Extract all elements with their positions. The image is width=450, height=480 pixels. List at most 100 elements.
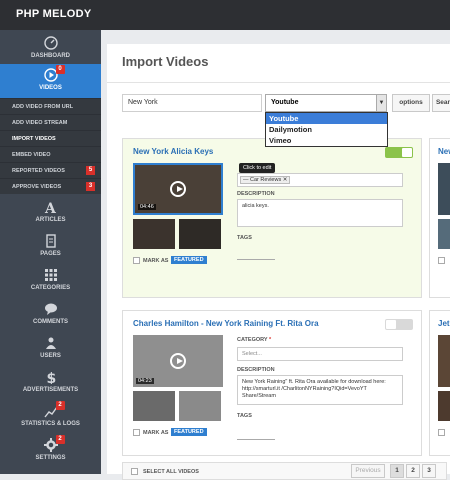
sidebar-subitem-import-videos[interactable]: IMPORT VIDEOS <box>0 130 101 146</box>
source-option-youtube[interactable]: Youtube <box>266 113 387 124</box>
mark-as-checkbox[interactable] <box>133 429 140 436</box>
sidebar-subitem-approve-videos[interactable]: APPROVE VIDEOS 3 <box>0 178 101 194</box>
page-button-2[interactable]: 2 <box>406 464 420 478</box>
sidebar-item-videos[interactable]: 0 VIDEOS <box>0 64 101 98</box>
tags-label: TAGS <box>237 413 252 419</box>
video-card: New York Alicia Keys 04:46 MARK AS FEATU… <box>122 138 422 298</box>
source-select[interactable]: Youtube ▼ <box>265 94 387 112</box>
description-label: DESCRIPTION <box>237 191 275 197</box>
video-title[interactable]: Jete <box>438 319 450 328</box>
users-icon <box>44 336 58 350</box>
import-toggle[interactable] <box>385 147 413 158</box>
video-thumbnail[interactable] <box>438 335 450 387</box>
previous-button[interactable]: Previous <box>351 464 385 478</box>
description-field[interactable]: alicia keys. <box>237 199 403 227</box>
footer-bar: SELECT ALL VIDEOS Previous 1 2 3 <box>122 462 447 480</box>
mark-as-checkbox[interactable] <box>133 257 140 264</box>
category-chip[interactable]: — Car Reviews ✕ <box>240 176 291 184</box>
page-button-3[interactable]: 3 <box>422 464 436 478</box>
video-title[interactable]: Charles Hamilton - New York Raining Ft. … <box>133 319 319 328</box>
mark-as-label: MARK AS <box>143 430 169 436</box>
chevron-down-icon[interactable]: ▼ <box>376 95 386 111</box>
tags-input[interactable] <box>237 259 275 260</box>
sidebar-item-categories[interactable]: CATEGORIES <box>0 268 101 298</box>
source-dropdown-list: Youtube Dailymotion Vimeo <box>265 112 388 147</box>
select-all-label: SELECT ALL VIDEOS <box>143 469 199 475</box>
sidebar-subitem-add-from-url[interactable]: ADD VIDEO FROM URL <box>0 98 101 114</box>
gear-icon: 2 <box>43 435 65 452</box>
options-button[interactable]: options <box>392 94 430 112</box>
sidebar-item-settings[interactable]: 2 SETTINGS <box>0 435 101 468</box>
sidebar-subitem-reported-videos[interactable]: REPORTED VIDEOS 5 <box>0 162 101 178</box>
dashboard-icon <box>43 36 58 50</box>
play-icon <box>170 181 186 197</box>
pages-icon <box>44 234 58 248</box>
thumbnail-option[interactable] <box>179 219 221 249</box>
featured-tag[interactable]: FEATURED <box>171 428 207 436</box>
description-label: DESCRIPTION <box>237 367 275 373</box>
sidebar: DASHBOARD 0 VIDEOS ADD VIDEO FROM URL AD… <box>0 30 101 474</box>
duration: 04:46 <box>138 204 156 210</box>
search-input[interactable]: New York <box>122 94 262 112</box>
thumbnail-option[interactable] <box>438 219 450 249</box>
mark-as-checkbox[interactable] <box>438 429 445 436</box>
video-card-partial: New <box>429 138 450 298</box>
description-field[interactable]: New York Raining" ft. Rita Ora available… <box>237 375 403 405</box>
mark-as-checkbox[interactable] <box>438 257 445 264</box>
thumbnail-option[interactable] <box>133 391 175 421</box>
chart-icon: 2 <box>43 401 65 418</box>
video-title[interactable]: New <box>438 147 450 156</box>
videos-badge: 0 <box>55 65 65 74</box>
sidebar-subitem-add-stream[interactable]: ADD VIDEO STREAM <box>0 114 101 130</box>
source-option-dailymotion[interactable]: Dailymotion <box>266 124 387 135</box>
thumbnail-option[interactable] <box>179 391 221 421</box>
page-title: Import Videos <box>122 54 209 69</box>
app-logo[interactable]: PHP MELODY <box>16 8 92 20</box>
featured-tag[interactable]: FEATURED <box>171 256 207 264</box>
close-icon[interactable]: ✕ <box>283 177 288 183</box>
sidebar-item-statistics[interactable]: 2 STATISTICS & LOGS <box>0 401 101 434</box>
statistics-badge: 2 <box>55 401 65 410</box>
video-title[interactable]: New York Alicia Keys <box>133 147 213 156</box>
main-content: Import Videos New York Youtube ▼ Youtube… <box>101 30 450 480</box>
video-thumbnail[interactable]: 04:23 <box>133 335 223 387</box>
comment-icon <box>44 302 58 316</box>
tags-input[interactable] <box>237 439 275 440</box>
thumbnail-option[interactable] <box>133 219 175 249</box>
sidebar-subitem-embed-video[interactable]: EMBED VIDEO <box>0 146 101 162</box>
sidebar-item-articles[interactable]: A ARTICLES <box>0 200 101 230</box>
category-field[interactable]: — Car Reviews ✕ <box>237 173 403 187</box>
mark-as-label: MARK AS <box>143 258 169 264</box>
sidebar-item-comments[interactable]: COMMENTS <box>0 302 101 332</box>
video-thumbnail[interactable]: 04:46 <box>133 163 223 215</box>
svg-text:A: A <box>44 201 57 214</box>
grid-icon <box>44 268 58 282</box>
content-panel: Import Videos New York Youtube ▼ Youtube… <box>107 44 450 480</box>
top-bar: PHP MELODY <box>0 0 450 30</box>
search-button[interactable]: Sear <box>432 94 450 112</box>
dollar-icon: $ <box>44 370 58 387</box>
play-icon: 0 <box>43 65 65 82</box>
page-button-1[interactable]: 1 <box>390 464 404 478</box>
sidebar-item-dashboard[interactable]: DASHBOARD <box>0 36 101 64</box>
video-card-partial: Jete <box>429 310 450 456</box>
sidebar-item-users[interactable]: USERS <box>0 336 101 366</box>
video-thumbnail[interactable] <box>438 163 450 215</box>
duration: 04:23 <box>136 378 154 384</box>
approve-badge: 3 <box>86 182 95 191</box>
category-select[interactable]: Select... <box>237 347 403 361</box>
svg-text:$: $ <box>46 371 56 384</box>
font-icon: A <box>44 200 58 217</box>
category-label: CATEGORY * <box>237 337 272 343</box>
sidebar-item-advertisements[interactable]: $ ADVERTISEMENTS <box>0 370 101 400</box>
sidebar-item-pages[interactable]: PAGES <box>0 234 101 264</box>
tooltip: Click to edit <box>239 163 276 173</box>
settings-badge: 2 <box>55 435 65 444</box>
source-option-vimeo[interactable]: Vimeo <box>266 135 387 146</box>
thumbnail-option[interactable] <box>438 391 450 421</box>
video-card: Charles Hamilton - New York Raining Ft. … <box>122 310 422 456</box>
tags-label: TAGS <box>237 235 252 241</box>
play-icon <box>170 353 186 369</box>
import-toggle[interactable] <box>385 319 413 330</box>
reported-badge: 5 <box>86 166 95 175</box>
